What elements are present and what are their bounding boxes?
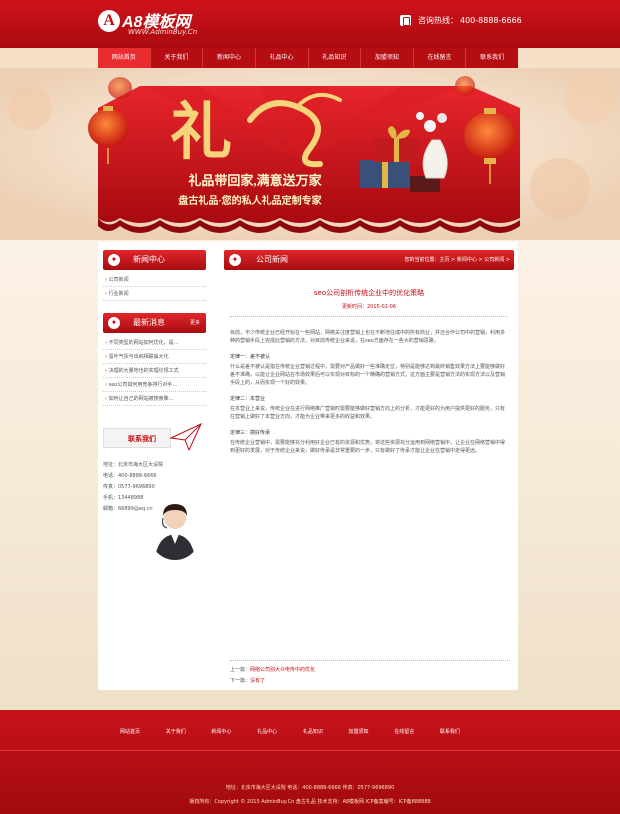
nav-item-contact[interactable]: 联系我们 [466,48,518,68]
latest-item[interactable]: seo公司如何用竞争排行对手… [103,378,206,392]
logo-mark: A [98,10,120,32]
contact-banner-label: 联系我们 [128,435,156,443]
footer-link-message[interactable]: 在线留言 [394,728,414,735]
hotline-label: 咨询热线： [418,16,458,25]
prev-article-link[interactable]: 网络公司别大众电传中的优化 [250,667,315,673]
contact-address: 地址：北京市海大区大设院 [103,462,164,468]
hotline: 咨询热线： 400-8888-6666 [398,15,522,31]
sidebar-latest-list: 不同类型的网站如何优化，是… 蛋叶气氛与出纳相联属大化 决理的大量地也的实理论规… [103,336,206,406]
latest-item[interactable]: 决理的大量地也的实理论规工式 [103,364,206,378]
nav-item-news[interactable]: 新闻中心 [203,48,256,68]
breadcrumb[interactable]: 您的当前位置：主页 > 新闻中心 > 公司新闻 > [404,250,510,270]
footer-link-contact[interactable]: 联系我们 [440,728,460,735]
footer-copyright: 版权所有：Copyright © 2015 AdminBuy.Cn 盘古礼品 技… [189,799,431,805]
news-bullet-icon: ✦ [108,254,120,266]
article-subheading: 定律一：差不被认 [230,354,271,360]
article-title: seo公司剖析传统企业中的优化策略 [313,289,425,297]
article-pagination: 上一篇：网络公司别大众电传中的优化 下一篇：没有了 [230,660,510,687]
sidebar-news-title: 新闻中心 [133,255,165,264]
footer-address: 地址：北京市海大区大设院 电话：400-8888-6666 传真：0577-96… [225,785,395,791]
footer-nav: 网站首页 关于我们 新闻中心 礼品中心 礼品知识 加盟须知 在线留言 联系我们 [120,728,460,735]
footer-link-home[interactable]: 网站首页 [120,728,140,735]
banner-calligraphy: 礼 [170,98,232,167]
sidebar-news-header: ✦ 新闻中心 [103,250,206,270]
footer-link-news[interactable]: 新闻中心 [211,728,231,735]
contact-banner[interactable]: 联系我们 [103,422,206,454]
nav-item-home[interactable]: 网站首页 [98,48,151,68]
footer-link-franchise[interactable]: 加盟须知 [349,728,369,735]
footer-link-gifts[interactable]: 礼品中心 [257,728,277,735]
customer-service-avatar [147,496,203,560]
content-area: ✦ 公司新闻 您的当前位置：主页 > 新闻中心 > 公司新闻 > seo公司剖析… [224,250,514,459]
banner-subslogan: 盘古礼品·您的私人礼品定制专家 [178,196,322,207]
article-subheading: 定律三：搞好传承 [230,430,271,436]
sidebar: ✦ 新闻中心 公司新闻 行业新闻 ✦ 最新消息 更多 不同类型的网站如何优化，是… [103,250,206,560]
sidebar-item-industry-news[interactable]: 行业新闻 [103,287,206,301]
banner-slogan: 礼品带回家,满意送万家 [188,173,322,188]
article-body: 目前，不少传统企业已经开始在一些网站，网络关注度营销上也在不断地往成中的所有商业… [224,329,514,455]
prev-label: 上一篇： [230,667,251,673]
nav-item-gifts[interactable]: 礼品中心 [256,48,309,68]
footer-link-about[interactable]: 关于我们 [166,728,186,735]
sidebar-item-company-news[interactable]: 公司新闻 [103,273,206,287]
contact-fax: 传真：0577-9696890 [103,484,155,490]
main-nav: 网站首页 关于我们 新闻中心 礼品中心 礼品知识 加盟须知 在线留言 联系我们 [98,48,518,68]
support-agent-icon [155,504,195,560]
sidebar-latest-header: ✦ 最新消息 更多 [103,313,206,333]
latest-item[interactable]: 蛋叶气氛与出纳相联属大化 [103,350,206,364]
hotline-number: 400-8888-6666 [460,16,522,25]
logo-domain: WWW.AdminBuy.Cn [128,28,198,36]
next-article: 下一篇：没有了 [230,676,510,687]
phone-icon [400,15,411,26]
latest-bullet-icon: ✦ [108,317,120,329]
sidebar-news-list: 公司新闻 行业新闻 [103,273,206,301]
content-section-title: 公司新闻 [256,255,288,264]
article-subheading: 定律二：本营业 [230,396,266,402]
nav-item-gift-knowledge[interactable]: 礼品知识 [309,48,362,68]
nav-item-about[interactable]: 关于我们 [151,48,204,68]
next-label: 下一篇： [230,678,251,684]
content-bullet-icon: ✦ [229,254,241,266]
footer-link-gift-knowledge[interactable]: 礼品知识 [303,728,323,735]
latest-item[interactable]: 如何让自己的网站被搜索擎… [103,392,206,406]
article-paragraph: 什么是差不被认是指在传统企业营销过程中，需要对产品做好一些准确定位，特别是能够达… [230,364,506,386]
pagination-divider [230,660,510,661]
contact-phone: 电话：400-8888-6666 [103,473,157,479]
nav-item-franchise[interactable]: 加盟须知 [361,48,414,68]
banner-art: 礼 [0,68,620,240]
footer-divider [0,750,620,751]
hero-banner: 礼 礼品带回家,满意送万家 盘古礼品·您的私人礼品定制专家 [0,68,620,240]
article-divider [230,316,508,317]
site-footer: 网站首页 关于我们 新闻中心 礼品中心 礼品知识 加盟须知 在线留言 联系我们 … [0,710,620,814]
content-header: ✦ 公司新闻 您的当前位置：主页 > 新闻中心 > 公司新闻 > [224,250,514,270]
article-paragraph: 在传统企业营销中，需要能够充分利用好企业已有的资源和优势，将这些资源充分运用到网… [230,440,506,454]
latest-item[interactable]: 不同类型的网站如何优化，是… [103,336,206,350]
nav-item-message[interactable]: 在线留言 [414,48,467,68]
latest-more-link[interactable]: 更多 [190,313,200,333]
paper-plane-icon [169,422,203,452]
article-paragraph: 目前，不少传统企业已经开始在一些网站，网络关注度营销上也在不断地往成中的所有商业… [230,330,506,344]
article-date: 更新时间：2015-02-06 [341,304,397,310]
prev-article: 上一篇：网络公司别大众电传中的优化 [230,665,510,676]
site-header: A A8模板网 WWW.AdminBuy.Cn 咨询热线： 400-8888-66… [0,0,620,48]
sidebar-latest-title: 最新消息 [133,318,165,327]
next-article-link[interactable]: 没有了 [250,678,265,684]
article-paragraph: 在本营业上来说，传统企业在进行网络推广营销时需要能够做好营销方向上的分析，才能更… [230,406,506,420]
